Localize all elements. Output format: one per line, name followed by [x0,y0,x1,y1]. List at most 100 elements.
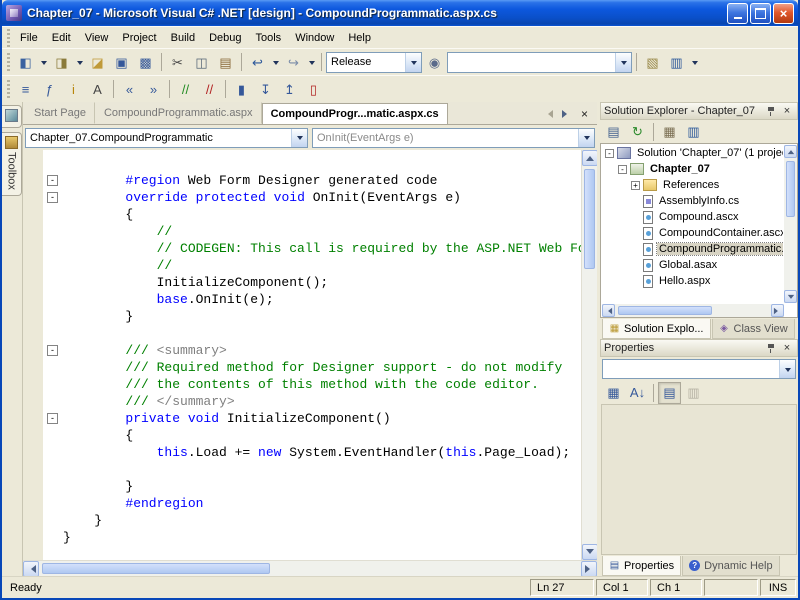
collapse-icon[interactable]: - [618,165,627,174]
tree-item-compoundcontainer-ascx[interactable]: CompoundContainer.ascx [602,225,783,241]
find-in-files-icon[interactable]: ◉ [423,51,446,73]
tree-item-compoundprogrammatic-aspx[interactable]: CompoundProgrammatic.aspx [602,241,783,257]
panel-tab-dynamic-help[interactable]: ?Dynamic Help [682,556,779,576]
code-editor[interactable]: -#region Web Form Designer generated cod… [23,150,581,560]
menu-file[interactable]: File [13,29,45,47]
add-item-dropdown-icon[interactable] [74,51,85,73]
undo-dropdown-icon[interactable] [270,51,281,73]
close-document-icon[interactable]: × [577,106,592,121]
redo-dropdown-icon[interactable] [306,51,317,73]
collapse-icon[interactable]: - [605,149,614,158]
previous-bookmark-icon[interactable]: ↥ [278,78,301,100]
scroll-right-icon[interactable] [581,561,597,577]
scroll-right-icon[interactable] [771,304,784,317]
fold-toggle-icon[interactable]: - [47,413,58,424]
parameter-info-icon[interactable]: ƒ [38,78,61,100]
properties-icon[interactable]: ▥ [682,121,705,143]
scrollbar-track[interactable] [582,166,597,544]
scroll-up-icon[interactable] [582,150,598,166]
next-bookmark-icon[interactable]: ↧ [254,78,277,100]
scroll-left-icon[interactable] [23,561,39,577]
fold-toggle-icon[interactable]: - [47,345,58,356]
panel-tab-class-view[interactable]: ◈Class View [712,319,795,339]
new-project-icon[interactable]: ◧ [14,51,37,73]
toggle-bookmark-icon[interactable]: ▮ [230,78,253,100]
scroll-up-icon[interactable] [784,145,797,158]
copy-icon[interactable]: ◫ [190,51,213,73]
scrollbar-thumb[interactable] [584,169,595,269]
expand-icon[interactable]: + [631,181,640,190]
editor-horizontal-scrollbar[interactable] [23,560,597,576]
menu-build[interactable]: Build [164,29,202,47]
alphabetical-icon[interactable]: A↓ [626,382,649,404]
save-all-icon[interactable]: ▩ [134,51,157,73]
types-dropdown-arrow-icon[interactable] [291,129,307,147]
increase-indent-icon[interactable]: » [142,78,165,100]
document-tab-compoundprogrammatic-aspx[interactable]: CompoundProgrammatic.aspx [95,102,262,124]
toolbox-tab[interactable]: Toolbox [2,132,22,196]
members-dropdown-arrow-icon[interactable] [578,129,594,147]
categorized-icon[interactable]: ▦ [602,382,625,404]
menu-project[interactable]: Project [115,29,163,47]
scroll-down-icon[interactable] [784,290,797,303]
undo-icon[interactable]: ↩ [246,51,269,73]
document-tab-compoundprogr-matic-aspx-cs[interactable]: CompoundProgr...matic.aspx.cs [262,103,448,124]
minimize-icon[interactable] [727,3,748,24]
properties-dropdown-arrow-icon[interactable] [779,360,795,378]
other-windows-dropdown-icon[interactable] [689,51,700,73]
menu-tools[interactable]: Tools [249,29,289,47]
tree-item-hello-aspx[interactable]: Hello.aspx [602,273,783,289]
member-list-icon[interactable]: ≡ [14,78,37,100]
scroll-down-icon[interactable] [582,544,598,560]
scroll-tabs-left-icon[interactable] [541,106,556,121]
close-panel-icon[interactable]: × [780,104,794,118]
editor-vertical-scrollbar[interactable] [581,150,597,560]
menu-help[interactable]: Help [341,29,378,47]
tree-item-references[interactable]: +References [602,177,783,193]
open-file-icon[interactable]: ◪ [86,51,109,73]
fold-toggle-icon[interactable]: - [47,175,58,186]
view-code-icon[interactable]: ▤ [602,121,625,143]
menu-debug[interactable]: Debug [202,29,248,47]
pin-icon[interactable] [764,341,778,355]
scrollbar-track[interactable] [39,561,581,576]
scrollbar-thumb[interactable] [42,563,270,574]
tree-item-chapter-07[interactable]: -Chapter_07 [602,161,783,177]
find-combo-dropdown-icon[interactable] [615,53,631,72]
refresh-icon[interactable]: ↻ [626,121,649,143]
cut-icon[interactable]: ✂ [166,51,189,73]
tree-item-solution-chapter-07-1-project[interactable]: -Solution 'Chapter_07' (1 project) [602,145,783,161]
scrollbar-thumb[interactable] [618,306,712,315]
close-panel-icon[interactable]: × [780,341,794,355]
show-all-files-icon[interactable]: ▦ [658,121,681,143]
redo-icon[interactable]: ↪ [282,51,305,73]
properties-object-dropdown[interactable] [602,359,796,379]
paste-icon[interactable]: ▤ [214,51,237,73]
scroll-tabs-right-icon[interactable] [559,106,574,121]
comment-icon[interactable]: // [174,78,197,100]
menu-edit[interactable]: Edit [45,29,78,47]
fold-toggle-icon[interactable]: - [47,192,58,203]
solution-configurations-combo-dropdown-icon[interactable] [405,53,421,72]
solution-configurations-combo[interactable]: Release [326,52,422,73]
pin-icon[interactable] [764,104,778,118]
uncomment-icon[interactable]: // [198,78,221,100]
scrollbar-track[interactable] [784,158,797,290]
scroll-left-icon[interactable] [602,304,615,317]
tree-item-global-asax[interactable]: Global.asax [602,257,783,273]
panel-tab-properties[interactable]: ▤Properties [602,556,681,576]
tree-item-assemblyinfo-cs[interactable]: AssemblyInfo.cs [602,193,783,209]
scrollbar-thumb[interactable] [786,161,795,217]
properties-window-icon[interactable]: ▥ [665,51,688,73]
properties-view-icon[interactable]: ▤ [658,382,681,404]
members-dropdown[interactable]: OnInit(EventArgs e) [312,128,595,148]
property-pages-icon[interactable]: ▥ [682,382,705,404]
maximize-icon[interactable] [750,3,771,24]
decrease-indent-icon[interactable]: « [118,78,141,100]
tree-horizontal-scrollbar[interactable] [602,304,784,317]
menu-window[interactable]: Window [288,29,341,47]
add-item-icon[interactable]: ◨ [50,51,73,73]
types-dropdown[interactable]: Chapter_07.CompoundProgrammatic [25,128,308,148]
new-project-dropdown-icon[interactable] [38,51,49,73]
close-icon[interactable]: × [773,3,794,24]
